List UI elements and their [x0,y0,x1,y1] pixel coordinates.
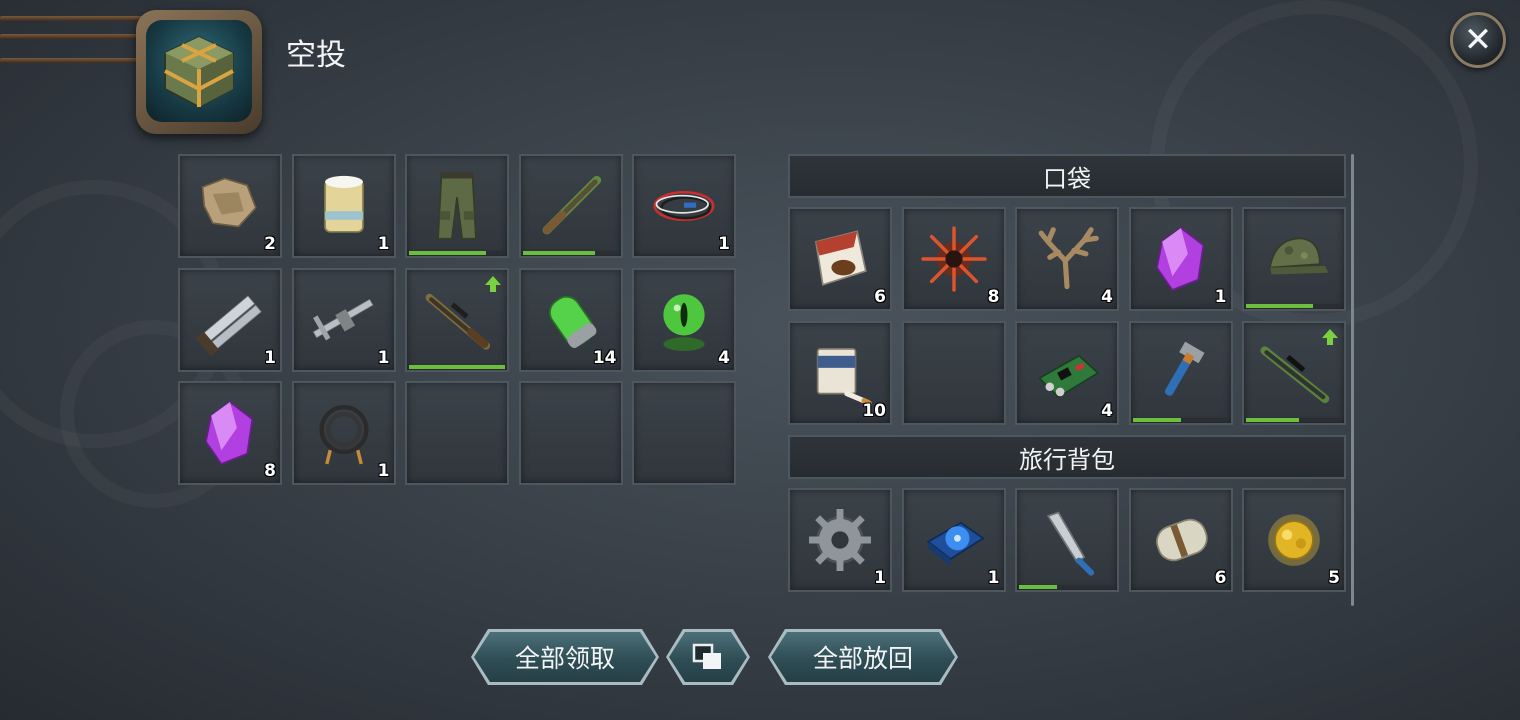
backpack.slots-slot-blue-hard-drive[interactable]: 1 [901,488,1006,592]
stack-icon [691,642,725,672]
close-icon: ✕ [1463,20,1493,60]
item-count: 1 [1214,287,1227,307]
pocket.slots-slot-tobacco-pouch[interactable]: 6 [788,207,892,311]
machete-icon [1017,490,1117,590]
loot_grid-slot-shotgun[interactable] [518,154,623,258]
durability-bar [1246,417,1342,422]
loot_grid-slot-hand-saw[interactable]: 1 [178,267,282,372]
pipe-wrench-icon [1131,323,1231,423]
backpack.slots-slot-machete[interactable] [1015,488,1119,592]
pocket.slots-slot-purple-crystal[interactable]: 1 [1128,207,1233,311]
pocket.slots-slot-green-sniper-rifle[interactable] [1242,320,1346,425]
put-back-all-label: 全部放回 [812,644,913,673]
pocket-header: 口袋 [788,154,1346,198]
stack-items-button[interactable] [669,632,747,682]
durability-bar [409,364,505,369]
upgrade-arrow-icon [1322,328,1338,345]
loot_grid-slot-green-eye-orb[interactable]: 4 [632,267,736,372]
inventory-scrollbar[interactable] [1351,154,1354,606]
item-count: 1 [987,568,1000,588]
item-count: 1 [377,234,390,254]
cargo-pants-icon [407,156,507,256]
item-count: 1 [377,347,390,368]
pocket.slots-slot-empty[interactable] [901,320,1006,425]
item-count: 5 [1328,568,1340,588]
item-count: 1 [874,568,886,588]
airdrop-crate-icon [164,35,234,109]
loot_grid-slot-wires[interactable]: 1 [632,154,736,258]
durability-bar [409,251,505,255]
pocket.slots-slot-camo-cap[interactable] [1242,207,1346,311]
close-button[interactable]: ✕ [1450,12,1506,68]
durability-bar [1132,417,1229,422]
loot_grid-slot-salt-can[interactable]: 1 [291,154,396,258]
pocket-header-label: 口袋 [1043,164,1091,193]
item-count: 6 [874,287,886,307]
pocket.slots-slot-antlers[interactable]: 4 [1015,207,1119,311]
durability-bar [522,251,619,255]
page-title: 空投 [286,38,346,73]
durability-bar [1019,585,1115,589]
durability-bar [1246,304,1342,308]
pocket.slots-slot-circuit-board[interactable]: 4 [1015,320,1119,425]
backpack.slots-slot-cash-roll[interactable]: 6 [1128,488,1233,592]
put-back-all-button[interactable]: 全部放回 [771,632,955,682]
pocket.slots-slot-pipe-wrench[interactable] [1128,320,1233,425]
item-count: 6 [1214,568,1227,588]
loot_grid-slot-caliper[interactable]: 1 [291,267,396,372]
item-count: 1 [377,461,390,481]
loot_grid-slot-empty[interactable] [518,381,623,485]
loot_grid-slot-green-capsule[interactable]: 14 [518,267,623,372]
loot_grid-slot-empty[interactable] [632,381,736,485]
item-count: 2 [264,234,276,254]
backpack.slots-slot-gold-nugget[interactable]: 5 [1242,488,1346,592]
item-count: 1 [718,234,730,254]
loot_grid-slot-empty[interactable] [405,381,509,485]
backpack-header: 旅行背包 [788,435,1346,479]
backpack.slots-slot-gear[interactable]: 1 [788,488,892,592]
item-count: 10 [862,400,886,421]
loot_grid-slot-sniper-rifle[interactable] [405,267,509,372]
camo-cap-icon [1244,209,1344,309]
loot_grid-slot-cargo-pants[interactable] [405,154,509,258]
pipe-decoration [0,10,150,80]
item-count: 8 [987,287,1000,307]
backpack-header-label: 旅行背包 [1019,445,1115,474]
item-count: 4 [1101,400,1113,421]
item-count: 1 [264,347,276,368]
item-count: 8 [264,461,276,481]
pocket.slots-slot-cigarette-pack[interactable]: 10 [788,320,892,425]
shotgun-icon [521,156,621,256]
airdrop-portrait [136,10,262,134]
item-count: 14 [592,347,617,368]
loot_grid-slot-hose[interactable]: 1 [291,381,396,485]
pocket.slots-slot-spiky-mine[interactable]: 8 [901,207,1006,311]
loot_grid-slot-purple-crystal[interactable]: 8 [178,381,282,485]
item-count: 4 [718,347,730,368]
take-all-button[interactable]: 全部领取 [474,632,656,682]
take-all-label: 全部领取 [514,644,615,673]
loot_grid-slot-cloth-rags[interactable]: 2 [178,154,282,258]
item-count: 4 [1101,287,1113,307]
upgrade-arrow-icon [485,275,501,292]
